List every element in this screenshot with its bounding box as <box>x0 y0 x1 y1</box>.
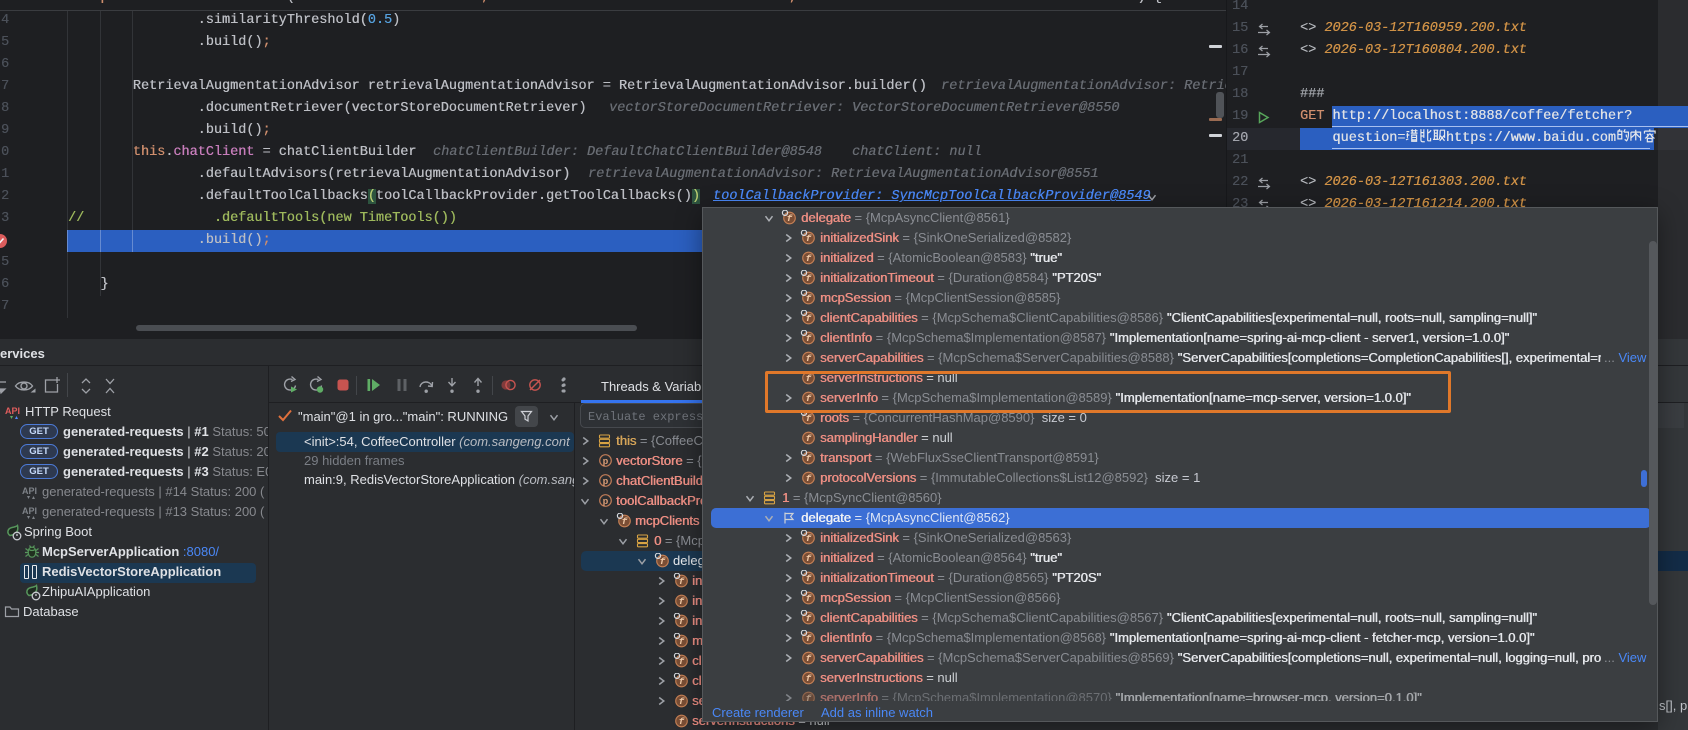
svg-text:API: API <box>5 406 20 416</box>
svg-text:p: p <box>603 456 609 467</box>
svg-text:p: p <box>603 496 609 507</box>
svg-text:p: p <box>603 476 609 487</box>
svg-text:API: API <box>22 486 37 496</box>
svg-text:API: API <box>22 506 37 516</box>
